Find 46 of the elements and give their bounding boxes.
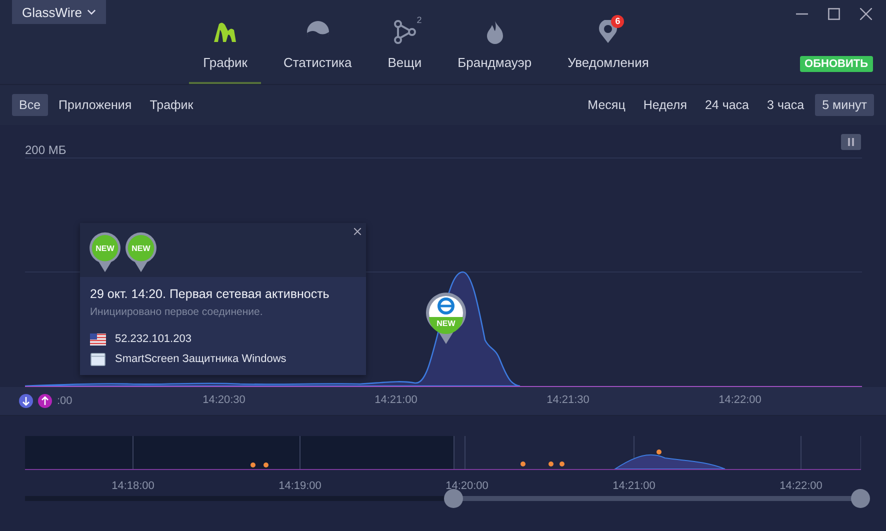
notification-badge: 6 <box>611 15 624 28</box>
graph-icon <box>213 20 238 44</box>
app-name: SmartScreen Защитника Windows <box>115 353 286 365</box>
time-range-tab[interactable]: Месяц <box>580 94 632 116</box>
nav-tab[interactable]: График <box>189 0 262 84</box>
time-label: 14:20:30 <box>202 394 246 406</box>
caret-icon <box>86 9 96 15</box>
time-label: 14:21:30 <box>546 394 590 406</box>
time-label: 14:19:00 <box>278 480 322 492</box>
window-icon <box>90 352 106 366</box>
pause-button[interactable] <box>841 134 861 150</box>
count-label: 2 <box>416 15 422 25</box>
flag-icon <box>90 332 106 346</box>
time-range-tab[interactable]: 5 минут <box>815 94 874 116</box>
filter-tab[interactable]: Приложения <box>52 94 139 116</box>
slider-handle[interactable] <box>851 489 870 508</box>
nav-tab[interactable]: Статистика <box>269 0 366 84</box>
time-label: 14:18:00 <box>112 480 154 492</box>
time-label: 14:21:00 <box>374 394 418 406</box>
maximize-icon[interactable] <box>828 8 840 20</box>
nodes-icon <box>392 20 417 44</box>
slider-handle[interactable] <box>444 489 463 508</box>
time-label: 14:20:00 <box>446 480 488 492</box>
upload-icon <box>38 394 52 408</box>
filter-tab[interactable]: Все <box>12 94 48 116</box>
event-description: Инициировано первое соединение. <box>90 306 264 318</box>
half-circle-icon <box>306 20 330 44</box>
scale-label: 200 МБ <box>25 143 66 157</box>
close-icon[interactable] <box>354 228 361 235</box>
filter-tab[interactable]: Трафик <box>142 94 200 116</box>
event-title: 29 окт. 14:20. Первая сетевая активность <box>90 287 330 301</box>
time-range-tab[interactable]: 24 часа <box>698 94 756 116</box>
time-range-tab[interactable]: Неделя <box>636 94 694 116</box>
time-label: 14:22:00 <box>718 394 762 406</box>
close-icon[interactable] <box>860 8 872 20</box>
pause-icon <box>847 138 855 146</box>
app-menu-button[interactable]: GlassWire <box>12 0 106 24</box>
ip-address: 52.232.101.203 <box>115 333 192 345</box>
time-label: :00 <box>57 395 72 407</box>
time-range-tab[interactable]: 3 часа <box>760 94 812 116</box>
nav-tab[interactable]: 2 Вещи <box>374 0 436 84</box>
nav-tab[interactable]: Брандмауэр <box>444 0 546 84</box>
download-icon <box>19 394 33 408</box>
time-label: 14:21:00 <box>612 480 656 492</box>
time-label: 14:22:00 <box>780 480 822 492</box>
nav-tab[interactable]: 6 Уведомления <box>554 0 663 84</box>
